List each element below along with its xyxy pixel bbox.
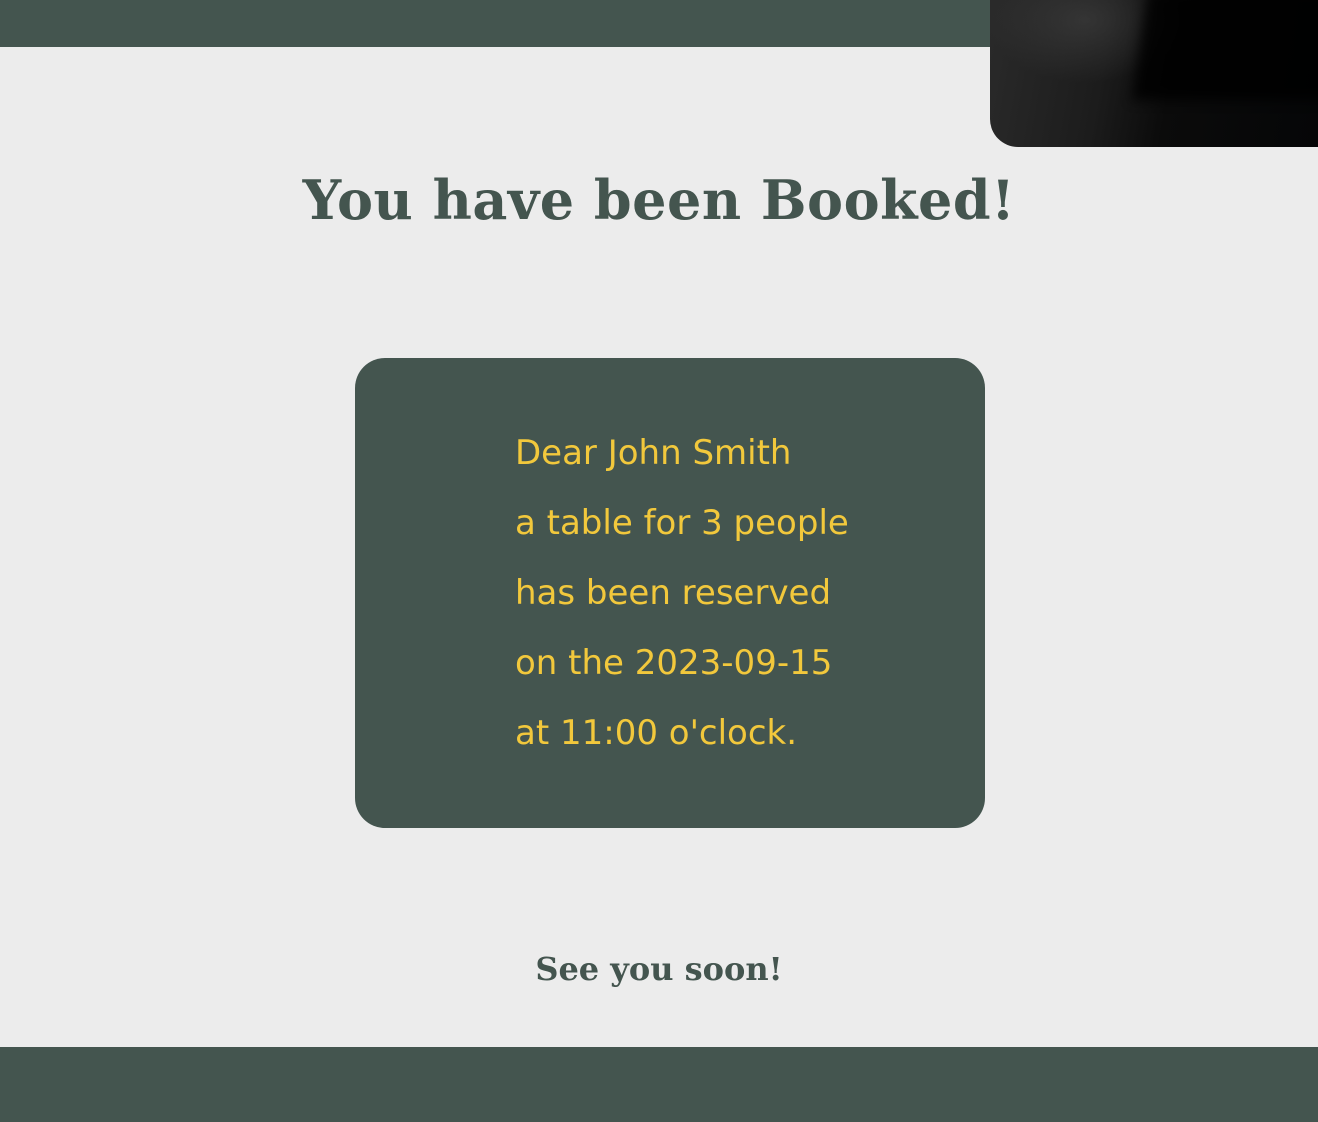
party-size-line: a table for 3 people [515,503,849,543]
closing-message: See you soon! [535,950,783,988]
footer-bar [0,1047,1318,1122]
header-image [990,0,1318,147]
greeting-line: Dear John Smith [515,433,792,473]
header-image-shadow [1132,0,1318,100]
reserved-line: has been reserved [515,573,832,613]
time-line: at 11:00 o'clock. [515,713,798,753]
page-title: You have been Booked! [302,168,1016,232]
booking-confirmation-card: Dear John Smith a table for 3 people has… [355,358,985,828]
date-line: on the 2023-09-15 [515,643,833,683]
confirmation-lines: Dear John Smith a table for 3 people has… [515,430,849,780]
